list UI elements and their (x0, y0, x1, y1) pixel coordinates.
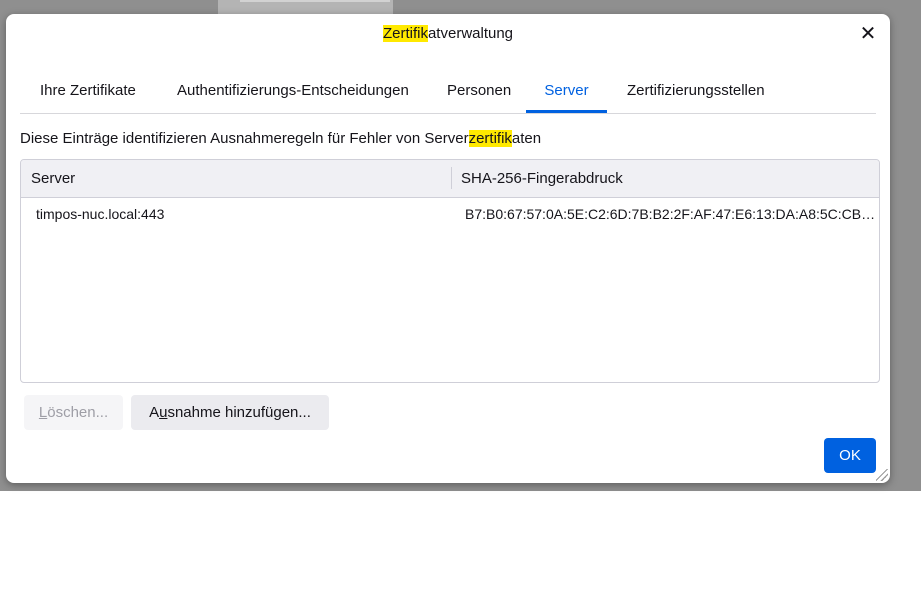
tab-strip: Ihre Zertifikate Authentifizierungs-Ents… (20, 72, 876, 114)
cell-server: timpos-nuc.local:443 (36, 206, 165, 222)
add-exception-button[interactable]: Au snahme hinzufügen... (131, 395, 329, 430)
background-window-strip (240, 0, 390, 2)
description-after: aten (511, 130, 542, 147)
tab-people[interactable]: Personen (447, 72, 511, 113)
add-label-prefix: A (149, 404, 160, 421)
tab-your-certificates[interactable]: Ihre Zertifikate (40, 72, 136, 113)
description-search-highlight: zertifik (468, 130, 512, 147)
background-window-bar (218, 0, 393, 14)
cell-fingerprint: B7:B0:67:57:0A:5E:C2:6D:7B:B2:2F:AF:47:E… (465, 206, 877, 222)
add-accesskey: u (159, 404, 168, 421)
delete-accesskey: L (38, 404, 48, 421)
delete-button[interactable]: Löschen... (24, 395, 123, 430)
table-row[interactable]: timpos-nuc.local:443 B7:B0:67:57:0A:5E:C… (21, 198, 879, 230)
description-text: Diese Einträge identifizieren Ausnahmere… (20, 130, 541, 147)
column-splitter[interactable] (451, 167, 452, 189)
tab-authentication-decisions[interactable]: Authentifizierungs-Entscheidungen (177, 72, 409, 113)
tab-authorities[interactable]: Zertifizierungsstellen (627, 72, 765, 113)
column-header-server[interactable]: Server (31, 170, 75, 187)
ok-button[interactable]: OK (824, 438, 876, 473)
delete-label: öschen... (47, 404, 109, 421)
title-text: atverwaltung (427, 25, 514, 42)
dialog-title: Zertifikatverwaltung (6, 25, 890, 42)
close-icon[interactable]: ✕ (856, 22, 880, 46)
table-header: Server SHA-256-Fingerabdruck (21, 160, 879, 198)
dialog-titlebar: Zertifikatverwaltung ✕ (6, 14, 890, 54)
column-header-fingerprint[interactable]: SHA-256-Fingerabdruck (461, 170, 623, 187)
add-label-rest: snahme hinzufügen... (167, 404, 311, 421)
description-before: Diese Einträge identifizieren Ausnahmere… (20, 130, 469, 147)
certificate-manager-dialog: Zertifikatverwaltung ✕ Ihre Zertifikate … (6, 14, 890, 483)
resize-grip-icon[interactable] (876, 469, 888, 481)
tab-servers[interactable]: Server (526, 72, 607, 113)
server-exceptions-table: Server SHA-256-Fingerabdruck timpos-nuc.… (20, 159, 880, 383)
title-search-highlight: Zertifik (382, 25, 428, 42)
